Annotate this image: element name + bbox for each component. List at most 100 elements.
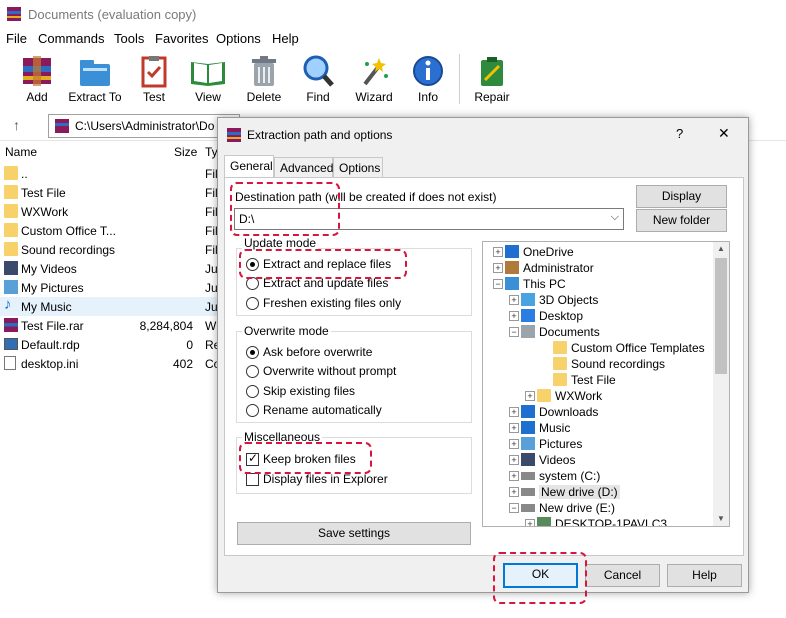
column-name[interactable]: Name [5,145,37,159]
window-title: Documents (evaluation copy) [28,7,197,22]
folder-icon [537,389,551,402]
tab-general[interactable]: General [224,155,274,178]
expand-icon[interactable]: + [509,487,519,497]
winrar-app-icon [7,7,21,21]
file-type: Fil [205,186,218,200]
network-computer-icon [537,517,551,526]
expand-icon[interactable]: + [493,247,503,257]
menu-file[interactable]: File [6,31,27,46]
radio-indicator [246,385,259,398]
file-type: Fil [205,205,218,219]
tree-item-label: system (C:) [539,469,601,483]
file-name: Sound recordings [21,243,116,257]
list-item[interactable]: Test File.rar 8,284,804 W [0,316,230,335]
cancel-button[interactable]: Cancel [585,564,660,587]
magnifier-icon [303,55,334,87]
scroll-up-icon[interactable]: ▲ [717,244,725,253]
add-button[interactable]: Add [5,50,69,108]
file-name: My Music [21,300,72,314]
file-name: desktop.ini [21,357,79,371]
view-button[interactable]: View [176,50,240,108]
list-item[interactable]: WXWork Fil [0,202,230,221]
list-item[interactable]: ♪ My Music Ju [0,297,230,316]
menu-options[interactable]: Options [216,31,261,46]
tab-label: Advanced [280,161,334,175]
list-item[interactable]: .. Fil [0,164,230,183]
expand-icon[interactable]: + [525,391,535,401]
info-icon [413,56,443,86]
file-name: Test File.rar [21,319,84,333]
list-item[interactable]: My Pictures Ju [0,278,230,297]
expand-icon[interactable]: + [509,295,519,305]
expand-icon[interactable]: + [509,439,519,449]
find-button[interactable]: Find [286,50,350,108]
expand-icon[interactable]: + [525,519,535,526]
file-type: Ju [205,300,218,314]
folder-icon [4,185,18,199]
collapse-icon[interactable]: − [493,279,503,289]
help-question-icon[interactable]: ? [676,126,683,141]
file-name: Test File [21,186,66,200]
new-folder-button[interactable]: New folder [636,209,727,232]
list-item[interactable]: desktop.ini 402 Co [0,354,230,373]
tree-item-label: Downloads [539,405,599,419]
up-arrow-icon[interactable]: ↑ [13,117,20,133]
title-bar: Documents (evaluation copy) [0,0,786,28]
winrar-app-icon [227,128,241,142]
folder-icon [4,204,18,218]
expand-icon[interactable]: + [509,407,519,417]
column-type[interactable]: Ty [205,145,218,159]
test-icon [141,56,167,88]
expand-icon[interactable]: + [493,263,503,273]
tab-options[interactable]: Options [333,157,383,177]
expand-icon[interactable]: + [509,311,519,321]
display-button[interactable]: Display [636,185,727,208]
list-item[interactable]: Sound recordings Fil [0,240,230,259]
option-label: Skip existing files [263,384,356,398]
video-folder-icon [4,261,18,275]
tree-item-label: This PC [523,277,566,291]
tree-item-label: OneDrive [523,245,574,259]
list-item[interactable]: My Videos Ju [0,259,230,278]
folder-tree[interactable]: ▲ ▼ + OneDrive + Administrator − This PC +3D O… [482,241,730,527]
list-item[interactable]: Test File Fil [0,183,230,202]
save-settings-button[interactable]: Save settings [237,522,471,545]
expand-icon[interactable]: + [509,423,519,433]
tree-item-label: Sound recordings [571,357,666,371]
tab-advanced[interactable]: Advanced [274,157,333,177]
close-icon[interactable]: ✕ [718,125,730,142]
extract-to-button[interactable]: Extract To [63,50,127,108]
find-label: Find [306,90,330,104]
file-name: WXWork [21,205,69,219]
chevron-down-icon[interactable]: ⌵ [611,211,619,224]
expand-icon[interactable]: + [509,455,519,465]
scroll-thumb[interactable] [715,258,727,374]
column-size[interactable]: Size [174,145,197,159]
radio-indicator [246,365,259,378]
menu-favorites[interactable]: Favorites [155,31,208,46]
archive-icon [55,119,69,133]
expand-icon[interactable]: + [509,471,519,481]
list-item[interactable]: Default.rdp 0 Re [0,335,230,354]
folder-icon [4,223,18,237]
tree-item-label: Custom Office Templates [571,341,705,355]
menu-help[interactable]: Help [272,31,299,46]
tree-item-label: New drive (E:) [539,501,616,515]
ok-highlight [493,552,587,604]
drive-icon [521,488,535,496]
repair-button[interactable]: Repair [460,50,524,108]
help-button[interactable]: Help [667,564,742,587]
info-button[interactable]: Info [396,50,460,108]
tree-item-label: New drive (D:) [539,485,620,499]
pictures-folder-icon [4,280,18,294]
list-item[interactable]: Custom Office T... Fil [0,221,230,240]
scroll-down-icon[interactable]: ▼ [717,514,725,523]
info-label: Info [417,90,438,104]
menu-tools[interactable]: Tools [114,31,144,46]
tree-scrollbar[interactable]: ▲ ▼ [713,242,729,526]
collapse-icon[interactable]: − [509,327,519,337]
overwrite-mode-title: Overwrite mode [242,324,331,338]
address-field[interactable]: C:\Users\Administrator\Do [48,114,240,138]
menu-commands[interactable]: Commands [38,31,104,46]
collapse-icon[interactable]: − [509,503,519,513]
